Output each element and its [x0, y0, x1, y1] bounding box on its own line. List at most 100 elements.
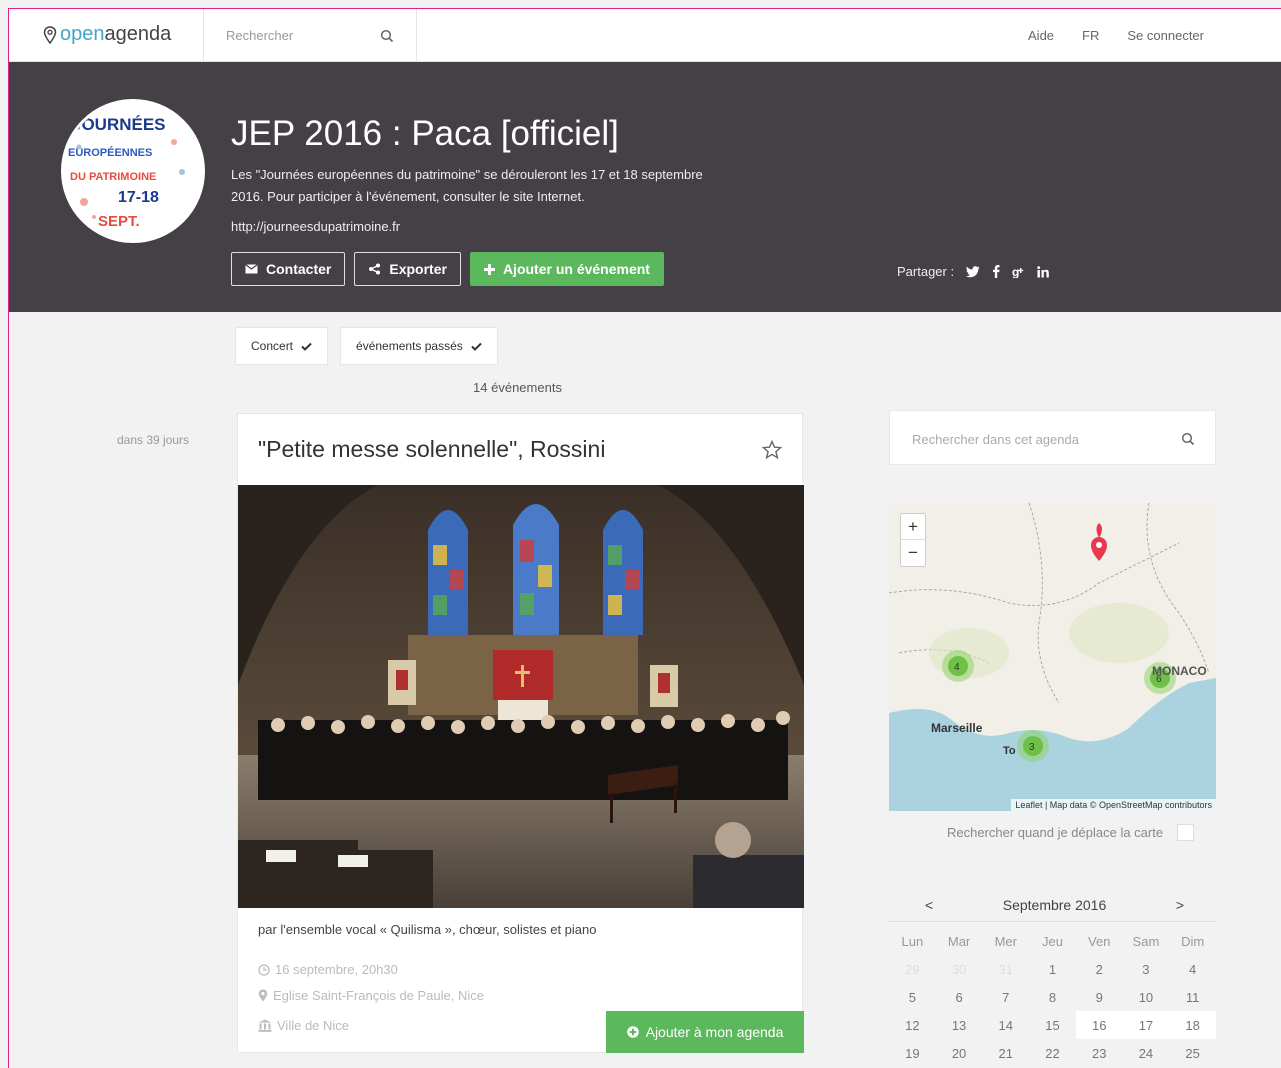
calendar-day[interactable]: 22 — [1029, 1039, 1076, 1067]
calendar-day[interactable]: 29 — [889, 955, 936, 983]
calendar-day[interactable]: 9 — [1076, 983, 1123, 1011]
favorite-star-icon[interactable] — [762, 440, 782, 460]
global-search-input[interactable]: Rechercher — [226, 28, 293, 43]
export-button-label: Exporter — [389, 261, 447, 277]
logo-text-agenda: agenda — [104, 23, 172, 45]
add-to-my-agenda-button[interactable]: Ajouter à mon agenda — [606, 1011, 804, 1053]
calendar-day[interactable]: 7 — [982, 983, 1029, 1011]
add-event-button[interactable]: Ajouter un événement — [469, 252, 664, 286]
event-image[interactable] — [238, 485, 804, 908]
calendar-day[interactable]: 19 — [889, 1039, 936, 1067]
agenda-search[interactable]: Rechercher dans cet agenda — [889, 410, 1216, 465]
event-subtitle: par l'ensemble vocal « Quilisma », chœur… — [258, 922, 597, 937]
help-link[interactable]: Aide — [1028, 28, 1054, 43]
agenda-search-input[interactable]: Rechercher dans cet agenda — [912, 432, 1079, 447]
openagenda-logo[interactable]: openagenda — [43, 23, 171, 46]
event-organizer: Ville de Nice — [277, 1018, 350, 1033]
avatar-line-1: JOURNÉES — [72, 115, 166, 134]
calendar-day[interactable]: 30 — [936, 955, 983, 983]
events-map[interactable]: 4 6 3 Marseille To MONACO + − Leaflet | … — [889, 503, 1216, 811]
calendar-day[interactable]: 6 — [936, 983, 983, 1011]
calendar-day[interactable]: 11 — [1169, 983, 1216, 1011]
calendar-day[interactable]: 23 — [1076, 1039, 1123, 1067]
calendar-day[interactable]: 21 — [982, 1039, 1029, 1067]
search-on-move-checkbox[interactable] — [1177, 824, 1195, 841]
calendar-day[interactable]: 24 — [1123, 1039, 1170, 1067]
contact-button[interactable]: Contacter — [231, 252, 346, 286]
svg-text:g: g — [1012, 265, 1019, 278]
global-search[interactable]: Rechercher — [203, 9, 417, 62]
event-location: Eglise Saint-François de Paule, Nice — [273, 988, 484, 1003]
calendar-month: Septembre 2016 — [1002, 896, 1107, 913]
calendar-day[interactable]: 10 — [1123, 983, 1170, 1011]
agenda-header: JOURNÉES EUROPÉENNES DU PATRIMOINE 17-18… — [9, 62, 1281, 312]
plus-icon — [483, 263, 495, 275]
calendar-day[interactable]: 3 — [1123, 955, 1170, 983]
map-marker-icon — [258, 989, 268, 1002]
calendar-day[interactable]: 5 — [889, 983, 936, 1011]
calendar-day-highlighted[interactable]: 18 — [1169, 1011, 1216, 1039]
search-icon[interactable] — [1181, 432, 1195, 446]
map-cluster-count[interactable]: 3 — [1029, 742, 1035, 753]
top-links: Aide FR Se connecter — [1028, 28, 1204, 43]
weekday-label: Lun — [901, 933, 924, 949]
map-cluster-count[interactable]: 4 — [954, 662, 960, 673]
check-icon — [301, 342, 312, 351]
filter-past-events-label: événements passés — [356, 339, 463, 353]
avatar-line-4: 17-18 — [118, 189, 159, 206]
calendar-day[interactable]: 12 — [889, 1011, 936, 1039]
calendar-day[interactable]: 25 — [1169, 1039, 1216, 1067]
filter-concert-label: Concert — [251, 339, 294, 353]
calendar-day[interactable]: 15 — [1029, 1011, 1076, 1039]
calendar-day-highlighted[interactable]: 17 — [1122, 1011, 1170, 1039]
filter-past-events[interactable]: événements passés — [340, 327, 498, 365]
facebook-icon[interactable] — [992, 265, 1000, 278]
calendar-next-button[interactable]: > — [1176, 897, 1184, 913]
twitter-icon[interactable] — [966, 265, 980, 278]
zoom-out-button[interactable]: − — [901, 540, 925, 566]
church-concert-photo — [238, 485, 804, 908]
check-icon — [471, 342, 482, 351]
weekday-label: Sam — [1132, 933, 1160, 949]
agenda-avatar: JOURNÉES EUROPÉENNES DU PATRIMOINE 17-18… — [61, 99, 205, 243]
add-to-my-agenda-label: Ajouter à mon agenda — [645, 1024, 784, 1040]
filter-concert[interactable]: Concert — [235, 327, 329, 365]
jep-poster-image: JOURNÉES EUROPÉENNES DU PATRIMOINE 17-18… — [64, 102, 202, 240]
calendar-day[interactable]: 14 — [982, 1011, 1029, 1039]
map-attribution[interactable]: Leaflet | Map data © OpenStreetMap contr… — [1011, 799, 1216, 811]
location-pin-icon — [43, 25, 57, 44]
weekday-label: Mer — [994, 933, 1017, 949]
weekday-label: Mar — [947, 933, 971, 949]
share-icon — [369, 263, 381, 275]
agenda-title: JEP 2016 : Paca [officiel] — [231, 114, 619, 153]
map-tiles: 4 6 3 Marseille To MONACO — [889, 503, 1216, 811]
calendar-day[interactable]: 4 — [1169, 955, 1216, 983]
calendar-day[interactable]: 13 — [936, 1011, 983, 1039]
calendar-day[interactable]: 20 — [936, 1039, 983, 1067]
avatar-line-3: DU PATRIMOINE — [70, 171, 156, 183]
language-switch[interactable]: FR — [1082, 28, 1099, 43]
google-plus-icon[interactable]: g — [1012, 265, 1025, 278]
agenda-website-link[interactable]: http://journeesdupatrimoine.fr — [231, 219, 400, 234]
search-on-move-option[interactable]: Rechercher quand je déplace la carte — [947, 824, 1195, 841]
calendar-day[interactable]: 8 — [1029, 983, 1076, 1011]
calendar-day-highlighted[interactable]: 16 — [1075, 1011, 1123, 1039]
events-count: 14 événements — [473, 380, 562, 395]
event-title[interactable]: "Petite messe solennelle", Rossini — [258, 436, 605, 463]
calendar-day[interactable]: 1 — [1029, 955, 1076, 983]
linkedin-icon[interactable] — [1037, 265, 1049, 278]
calendar-prev-button[interactable]: < — [925, 897, 933, 913]
event-relative-date: dans 39 jours — [117, 433, 190, 447]
event-card[interactable]: "Petite messe solennelle", Rossini par l… — [237, 413, 804, 1053]
calendar-day[interactable]: 31 — [982, 955, 1029, 983]
map-label-marseille: Marseille — [931, 721, 983, 735]
login-link[interactable]: Se connecter — [1127, 28, 1204, 43]
calendar-day[interactable]: 2 — [1076, 955, 1123, 983]
search-icon[interactable] — [380, 29, 394, 43]
zoom-in-button[interactable]: + — [901, 514, 925, 540]
weekday-label: Ven — [1087, 933, 1111, 949]
header-actions: Contacter Exporter Ajouter un événement — [231, 252, 664, 286]
export-button[interactable]: Exporter — [354, 252, 461, 286]
weekday-label: Dim — [1181, 933, 1205, 949]
active-filters: Concert événements passés — [235, 327, 498, 365]
